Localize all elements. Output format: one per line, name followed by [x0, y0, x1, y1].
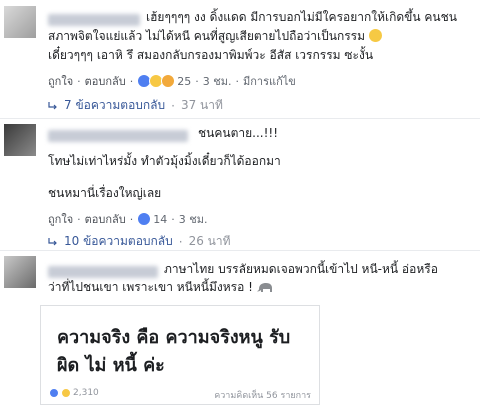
- view-replies-link[interactable]: 10 ข้อความตอบกลับ · 26 นาที: [48, 232, 231, 251]
- avatar[interactable]: [4, 256, 36, 288]
- quote-reactions: 2,310: [49, 388, 99, 398]
- quote-reaction-count: 2,310: [73, 388, 99, 398]
- reply-link[interactable]: ตอบกลับ: [85, 210, 126, 228]
- reply-link[interactable]: ตอบกลับ: [85, 72, 126, 90]
- timestamp[interactable]: 3 ชม.: [179, 210, 208, 228]
- view-replies-link[interactable]: 7 ข้อความตอบกลับ · 37 นาที: [48, 96, 223, 115]
- reaction-count: 25: [177, 74, 192, 88]
- reactions[interactable]: [137, 74, 176, 88]
- scream-emoji-icon: [368, 29, 382, 42]
- comment-text-line: เดี๋ยวๆๆๆ เอาหิ รึ สมองกลับกรองมาพิมพ์วะ…: [48, 48, 374, 62]
- commenter-name[interactable]: [48, 14, 140, 26]
- reactions[interactable]: [137, 212, 152, 226]
- comment-text-line: ชนคนตาย...!!!: [198, 126, 279, 140]
- replies-age: 37 นาที: [180, 98, 223, 112]
- comment-actions: ถูกใจ · ตอบกลับ · 25 · 3 ชม. · มีการแก้ไ…: [48, 72, 296, 90]
- reaction-count: 14: [153, 212, 168, 226]
- like-link[interactable]: ถูกใจ: [48, 210, 73, 228]
- quote-title: ความจริง คือ ความจริงหนู รับ ผิด ไม่ หนี…: [57, 327, 291, 376]
- timestamp[interactable]: 3 ชม.: [203, 72, 232, 90]
- avatar[interactable]: [4, 124, 36, 156]
- sad-icon: [161, 74, 176, 88]
- comment-text-line: โทษไม่เท่าไหร่มั้ง ทำตัวมุ้งมิ้งเดี๋ยวก็…: [48, 154, 281, 168]
- reply-arrow-icon: [48, 237, 57, 245]
- commenter-name[interactable]: [48, 266, 158, 278]
- quote-comment-count: ความคิดเห็น 56 รายการ: [214, 391, 311, 401]
- divider: [0, 118, 480, 119]
- comment-text-line: ภาษาไทย บรรลัยหมดเจอพวกนี้เข้าไป หนี-หนี…: [164, 262, 438, 276]
- reply-arrow-icon: [48, 101, 57, 109]
- like-link[interactable]: ถูกใจ: [48, 72, 73, 90]
- avatar[interactable]: [4, 6, 36, 38]
- wow-icon: [61, 388, 71, 398]
- comment-2: ชนคนตาย...!!! โทษไม่เท่าไหร่มั้ง ทำตัวมุ…: [0, 120, 480, 250]
- edited-label[interactable]: มีการแก้ไข: [243, 72, 296, 90]
- like-icon: [137, 212, 152, 226]
- divider: [0, 250, 480, 251]
- commenter-name[interactable]: [48, 130, 188, 142]
- comment-1: เฮ้ยๆๆๆๆ งง ดิ้งแดด มีการบอกไม่มีใครอยาก…: [0, 0, 480, 120]
- comment-text-line: เฮ้ยๆๆๆๆ งง ดิ้งแดด มีการบอกไม่มีใครอยาก…: [146, 10, 457, 24]
- elephant-emoji-icon: [256, 283, 272, 292]
- like-icon: [49, 388, 59, 398]
- comment-actions: ถูกใจ · ตอบกลับ · 14 · 3 ชม.: [48, 210, 207, 228]
- comment-text-line: สภาพจิตใจแย่แล้ว ไม่ได้หนี คนที่สูญเสียต…: [48, 27, 382, 46]
- shared-quote-card[interactable]: ความจริง คือ ความจริงหนู รับ ผิด ไม่ หนี…: [40, 305, 320, 405]
- replies-age: 26 นาที: [188, 234, 231, 248]
- comment-text-line: ว่าที่ไปชนเขา เพราะเขา หนีหนี้มึงหรอ !: [48, 278, 273, 297]
- comment-text-line: ชนหมานี่เรื่องใหญ่เลย: [48, 186, 162, 200]
